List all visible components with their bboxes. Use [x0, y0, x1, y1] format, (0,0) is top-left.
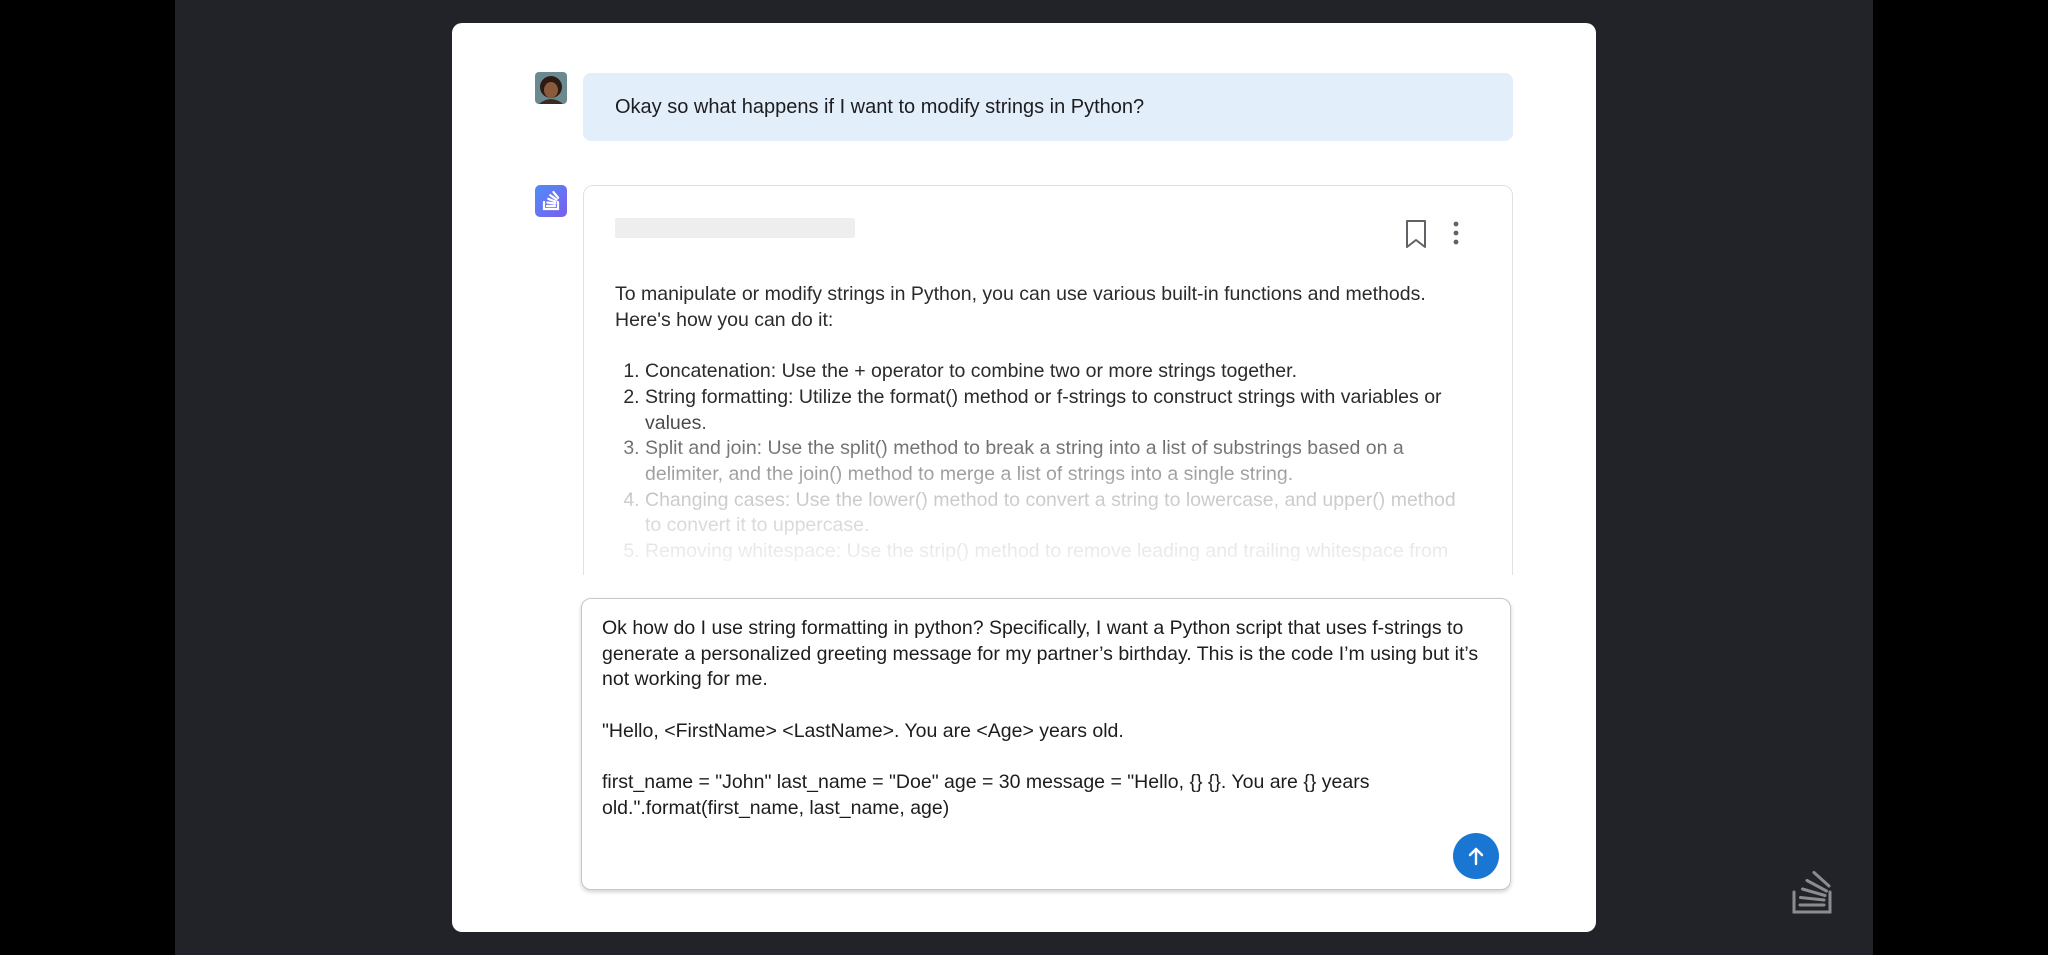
list-item: Removing whitespace: Use the strip() met…	[645, 539, 1475, 565]
user-avatar	[535, 72, 567, 104]
user-message-bubble: Okay so what happens if I want to modify…	[583, 73, 1513, 141]
assistant-logo	[535, 185, 567, 217]
list-item: Concatenation: Use the + operator to com…	[645, 359, 1475, 385]
composer-input[interactable]: Ok how do I use string formatting in pyt…	[602, 616, 1492, 847]
send-button[interactable]	[1453, 833, 1499, 879]
watermark-logo	[1789, 866, 1835, 916]
composer-paragraph: first_name = "John" last_name = "Doe" ag…	[602, 771, 1370, 819]
more-options-button[interactable]	[1449, 219, 1463, 249]
composer-paragraph: "Hello, <FirstName> <LastName>. You are …	[602, 719, 1124, 742]
user-message-text: Okay so what happens if I want to modify…	[615, 95, 1145, 118]
response-body: To manipulate or modify strings in Pytho…	[615, 282, 1475, 565]
assistant-response-card: To manipulate or modify strings in Pytho…	[583, 185, 1513, 575]
bookmark-button[interactable]	[1403, 219, 1429, 249]
stack-logo-icon	[1792, 871, 1832, 914]
arrow-up-icon	[1468, 847, 1484, 866]
list-item: Changing cases: Use the lower() method t…	[645, 488, 1475, 539]
list-item: Split and join: Use the split() method t…	[645, 436, 1475, 487]
list-item: String formatting: Utilize the format() …	[645, 385, 1475, 436]
response-title-placeholder	[615, 218, 855, 238]
stack-logo-icon	[542, 190, 560, 211]
message-composer[interactable]: Ok how do I use string formatting in pyt…	[581, 598, 1511, 890]
bookmark-icon	[1406, 220, 1426, 248]
response-intro: To manipulate or modify strings in Pytho…	[615, 283, 1426, 331]
composer-paragraph: Ok how do I use string formatting in pyt…	[602, 617, 1479, 691]
more-vertical-icon	[1453, 221, 1459, 245]
response-list: Concatenation: Use the + operator to com…	[615, 359, 1475, 565]
